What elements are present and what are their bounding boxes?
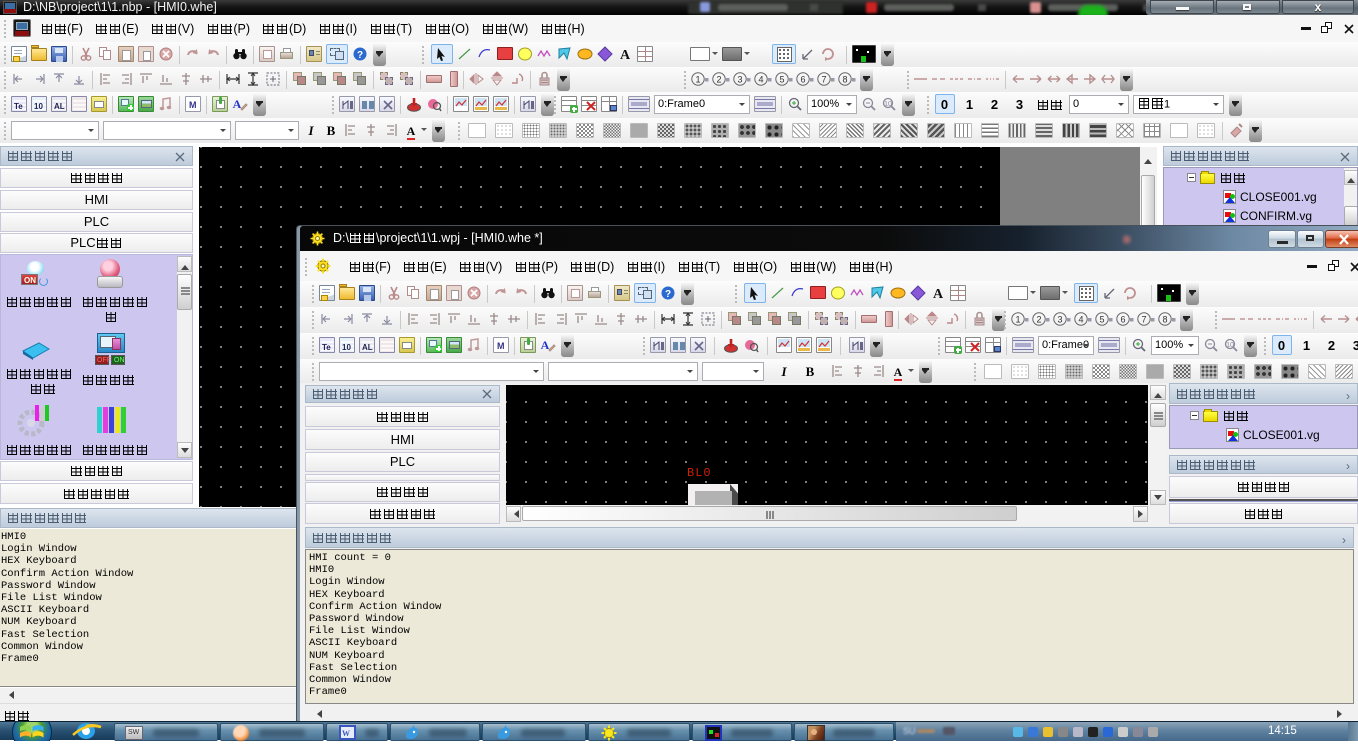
svg-text:10: 10 [1226, 342, 1234, 349]
svg-text:A: A [233, 97, 242, 111]
svg-text:5: 5 [1099, 315, 1104, 325]
svg-text:A: A [933, 287, 944, 301]
svg-text:1: 1 [1015, 315, 1020, 325]
svg-text:1: 1 [695, 75, 700, 85]
svg-text:3: 3 [737, 75, 742, 85]
svg-text:2: 2 [1036, 315, 1041, 325]
svg-text:7: 7 [1141, 315, 1146, 325]
svg-text:8: 8 [1162, 315, 1167, 325]
svg-text:3: 3 [1057, 315, 1062, 325]
svg-text:4: 4 [1078, 315, 1083, 325]
svg-text:8: 8 [842, 75, 847, 85]
svg-text:2: 2 [716, 75, 721, 85]
svg-text:?: ? [665, 289, 671, 300]
svg-text:6: 6 [800, 75, 805, 85]
svg-text:A: A [541, 338, 550, 352]
svg-text:10: 10 [884, 101, 892, 108]
svg-text:7: 7 [821, 75, 826, 85]
svg-text:5: 5 [779, 75, 784, 85]
svg-text:?: ? [357, 50, 363, 61]
svg-text:6: 6 [1120, 315, 1125, 325]
svg-text:4: 4 [758, 75, 763, 85]
svg-text:A: A [620, 48, 631, 62]
